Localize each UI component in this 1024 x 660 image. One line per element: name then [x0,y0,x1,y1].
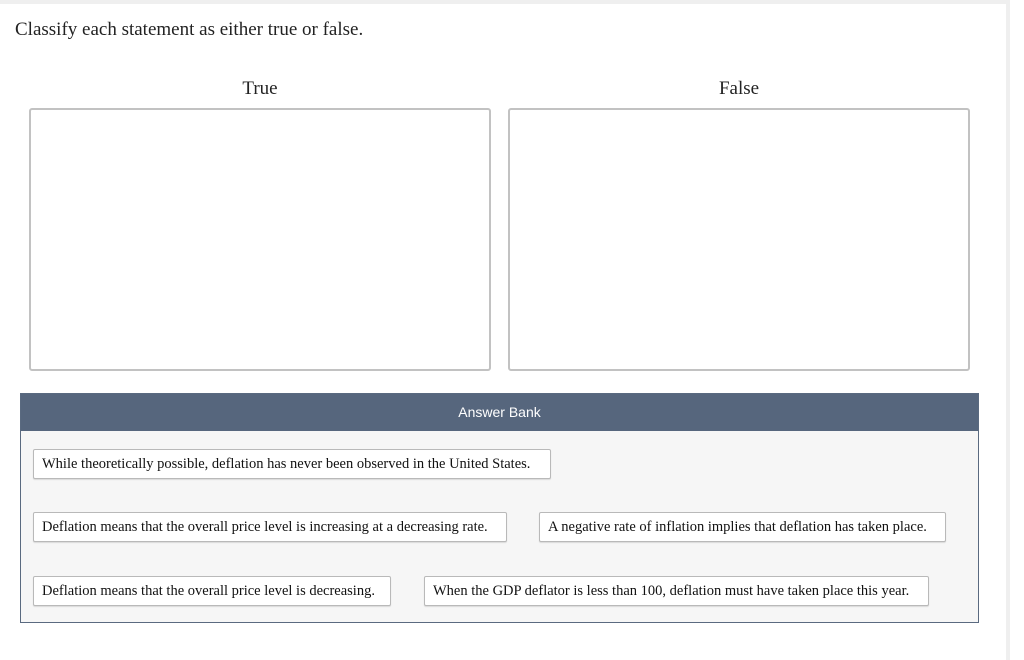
answer-chip[interactable]: Deflation means that the overall price l… [33,576,391,606]
question-panel: Classify each statement as either true o… [0,0,1010,660]
answer-bank-header: Answer Bank [21,394,978,431]
answer-chip[interactable]: Deflation means that the overall price l… [33,512,507,542]
answer-chip[interactable]: When the GDP deflator is less than 100, … [424,576,929,606]
answer-chip[interactable]: While theoretically possible, deflation … [33,449,551,479]
false-bin-title: False [718,78,760,99]
question-instructions: Classify each statement as either true o… [15,19,364,40]
true-bin-title: True [242,78,278,99]
answer-chip[interactable]: A negative rate of inflation implies tha… [539,512,946,542]
true-drop-zone[interactable] [29,108,491,371]
answer-bank: Answer Bank While theoretically possible… [20,393,979,623]
false-drop-zone[interactable] [508,108,970,371]
